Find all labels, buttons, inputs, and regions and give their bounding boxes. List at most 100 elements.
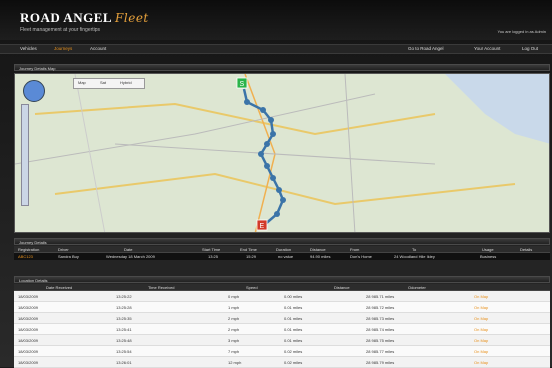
loc-date: 18/03/2009	[18, 305, 39, 310]
location-row[interactable]: 18/03/2009 13:25:28 1 mph 0.01 miles 28 985.…	[14, 302, 550, 313]
journey-row[interactable]: ABC123 Sandra Buy Wednesday 18 March 200…	[14, 253, 550, 260]
map-type-sat[interactable]: Sat	[100, 80, 106, 85]
brand-name: ROAD ANGEL	[20, 10, 113, 25]
journey-to: 24 Woodland Hile Ikley	[394, 254, 435, 259]
col-time-received: Time Received	[148, 285, 175, 290]
col-loc-distance: Distance	[334, 285, 350, 290]
journey-distance: 94.90 miles	[310, 254, 331, 259]
on-map-link[interactable]: On Map	[474, 327, 488, 332]
loc-odometer: 28 985.72 miles	[366, 305, 395, 310]
col-start-time: Start Time	[202, 247, 221, 252]
loc-odometer: 28 985.74 miles	[366, 327, 395, 332]
loc-speed: 7 mph	[228, 349, 240, 354]
journey-start-time: 13:25	[208, 254, 219, 259]
col-registration: Registration	[18, 247, 40, 252]
on-map-link[interactable]: On Map	[474, 338, 488, 343]
location-header-row: Date Received Time Received Speed Distan…	[14, 284, 550, 291]
loc-odometer: 28 985.77 miles	[366, 349, 395, 354]
loc-distance: 0.01 miles	[284, 327, 303, 332]
location-row[interactable]: 18/03/2009 13:26:01 12 mph 0.02 miles 28 985…	[14, 357, 550, 368]
col-end-time: End Time	[240, 247, 257, 252]
on-map-link[interactable]: On Map	[474, 294, 488, 299]
loc-speed: 3 mph	[228, 338, 240, 343]
on-map-link[interactable]: On Map	[474, 316, 488, 321]
map-type-map[interactable]: Map	[78, 80, 86, 85]
location-row[interactable]: 18/03/2009 13:25:41 2 mph 0.01 miles 28 985.…	[14, 324, 550, 335]
pan-compass-icon[interactable]	[23, 80, 45, 102]
loc-date: 18/03/2009	[18, 294, 39, 299]
nav-item-vehicles[interactable]: Vehicles	[20, 46, 37, 51]
loc-distance: 0.00 miles	[284, 294, 303, 299]
map-type-toolbar: Map Sat Hybrid	[73, 78, 145, 89]
loc-speed: 2 mph	[228, 327, 240, 332]
app-window: ROAD ANGEL Fleet Fleet management at your…	[0, 0, 552, 368]
nav-item-log-out[interactable]: Log Out	[522, 46, 538, 51]
loc-time: 13:25:35	[116, 316, 132, 321]
col-distance: Distance	[310, 247, 326, 252]
journey-header-row: Registration Driver Date Start Time End …	[14, 246, 550, 253]
loc-time: 13:26:01	[116, 360, 132, 365]
loc-distance: 0.02 miles	[284, 360, 303, 365]
loc-speed: 0 mph	[228, 294, 240, 299]
map-type-hybrid[interactable]: Hybrid	[120, 80, 132, 85]
on-map-link[interactable]: On Map	[474, 349, 488, 354]
col-details: Details	[520, 247, 533, 252]
nav-item-journeys[interactable]: Journeys	[54, 46, 72, 51]
brand-logo[interactable]: ROAD ANGEL Fleet	[20, 10, 149, 26]
col-speed: Speed	[246, 285, 258, 290]
end-marker-label: E	[260, 223, 265, 230]
start-marker-label: S	[240, 81, 245, 88]
journey-map[interactable]: S E Map Sat Hybrid	[14, 73, 550, 233]
location-row[interactable]: 18/03/2009 13:25:35 2 mph 0.01 miles 28 985.…	[14, 313, 550, 324]
loc-date: 18/03/2009	[18, 360, 39, 365]
location-row[interactable]: 18/03/2009 13:25:48 3 mph 0.01 miles 28 985.…	[14, 335, 550, 346]
loc-date: 18/03/2009	[18, 349, 39, 354]
journey-registration[interactable]: ABC123	[18, 254, 33, 259]
journey-date: Wednesday 18 March 2009	[106, 254, 155, 259]
nav-item-your-account[interactable]: Your Account	[474, 46, 500, 51]
loc-distance: 0.02 miles	[284, 349, 303, 354]
col-date-received: Date Received	[46, 285, 73, 290]
col-duration: Duration	[276, 247, 292, 252]
journey-driver: Sandra Buy	[58, 254, 79, 259]
map-canvas: S E	[15, 74, 549, 232]
journey-duration: no value	[278, 254, 294, 259]
loc-date: 18/03/2009	[18, 338, 39, 343]
loc-time: 13:25:22	[116, 294, 132, 299]
col-date: Date	[124, 247, 133, 252]
brand-sub: Fleet	[115, 11, 149, 25]
loc-distance: 0.01 miles	[284, 316, 303, 321]
loc-odometer: 28 985.75 miles	[366, 338, 395, 343]
loc-speed: 1 mph	[228, 305, 240, 310]
loc-time: 13:25:41	[116, 327, 132, 332]
col-to: To	[412, 247, 417, 252]
journey-details-title: Journey Details	[14, 238, 550, 245]
on-map-link[interactable]: On Map	[474, 305, 488, 310]
tagline: Fleet management at your fingertips	[20, 27, 101, 33]
header: ROAD ANGEL Fleet Fleet management at your…	[0, 0, 552, 40]
loc-time: 13:25:54	[116, 349, 132, 354]
user-status: You are logged in as Admin	[497, 29, 546, 34]
loc-date: 18/03/2009	[18, 327, 39, 332]
loc-odometer: 28 985.71 miles	[366, 294, 395, 299]
col-driver: Driver	[58, 247, 69, 252]
journey-usage: Business	[480, 254, 497, 259]
location-row[interactable]: 18/03/2009 13:25:22 0 mph 0.00 miles 28 985.…	[14, 291, 550, 302]
loc-odometer: 28 985.79 miles	[366, 360, 395, 365]
location-row[interactable]: 18/03/2009 13:25:54 7 mph 0.02 miles 28 985.…	[14, 346, 550, 357]
loc-speed: 12 mph	[228, 360, 242, 365]
loc-speed: 2 mph	[228, 316, 240, 321]
zoom-slider[interactable]	[21, 104, 29, 206]
loc-date: 18/03/2009	[18, 316, 39, 321]
col-from: From	[350, 247, 360, 252]
loc-time: 13:25:48	[116, 338, 132, 343]
loc-distance: 0.01 miles	[284, 305, 303, 310]
journey-from: Don's Home	[350, 254, 372, 259]
loc-distance: 0.01 miles	[284, 338, 303, 343]
loc-time: 13:25:28	[116, 305, 132, 310]
nav-item-account[interactable]: Account	[90, 46, 106, 51]
nav-item-road-angel[interactable]: Go to Road Angel	[408, 46, 444, 51]
on-map-link[interactable]: On Map	[474, 360, 488, 365]
col-usage: Usage	[482, 247, 494, 252]
main-nav: Vehicles Journeys Account Go to Road Ang…	[0, 44, 552, 54]
